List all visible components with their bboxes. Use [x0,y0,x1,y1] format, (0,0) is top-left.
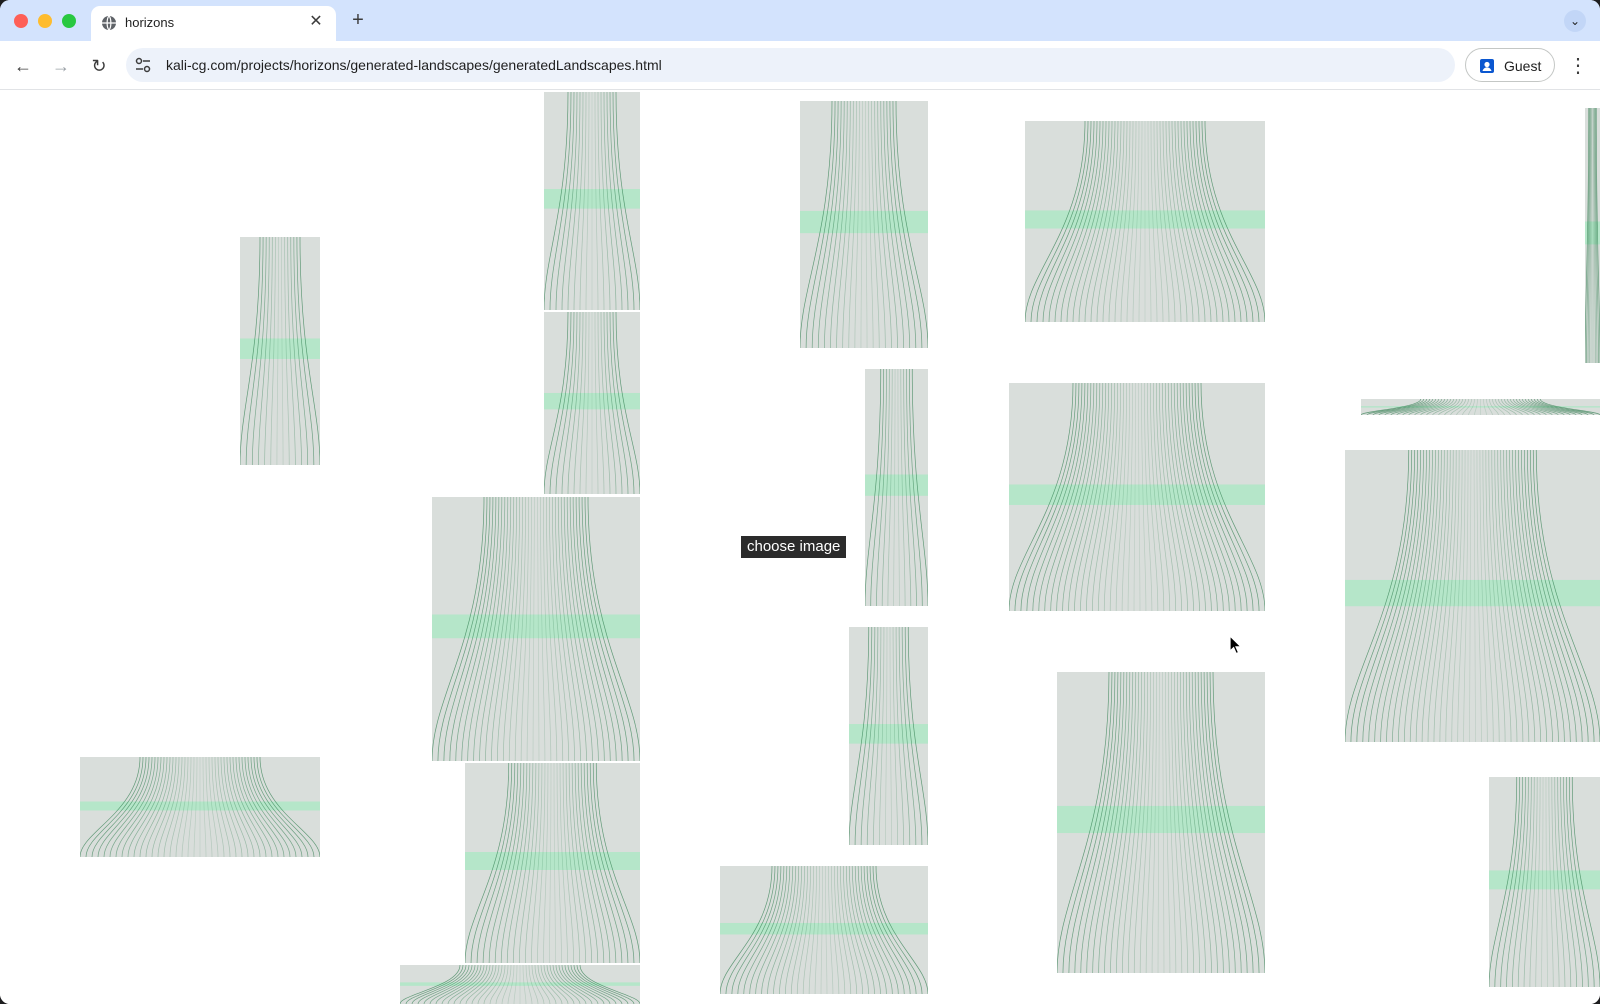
landscape-artwork [400,965,640,1004]
landscape-artwork [465,763,640,963]
landscape-artwork [1345,450,1600,742]
reload-icon[interactable]: ↻ [86,53,112,79]
mouse-cursor-icon [1229,635,1243,655]
new-tab-icon[interactable]: + [346,8,370,32]
landscape-artwork [1025,121,1265,322]
landscape-tile[interactable] [465,763,640,963]
site-settings-icon[interactable] [134,56,152,74]
landscape-tile[interactable] [1585,108,1600,363]
landscape-artwork [1585,108,1600,363]
more-menu-icon[interactable]: ⋮ [1566,53,1590,79]
landscape-tile[interactable] [1025,121,1265,322]
browser-window: horizons ✕ + ⌄ ← → ↻ kali-cg.com/project… [0,0,1600,1004]
choose-image-button[interactable]: choose image [741,536,847,558]
landscape-tile[interactable] [544,312,640,494]
landscape-tile[interactable] [1057,672,1265,973]
browser-toolbar: ← → ↻ kali-cg.com/projects/horizons/gene… [0,41,1600,90]
landscape-artwork [849,627,928,845]
landscape-tile[interactable] [80,757,320,857]
forward-arrow-icon[interactable]: → [48,53,74,79]
tab-search-chevron-icon[interactable]: ⌄ [1564,10,1586,32]
url-text[interactable]: kali-cg.com/projects/horizons/generated-… [166,57,662,73]
back-arrow-icon[interactable]: ← [10,53,36,79]
globe-icon [102,15,116,31]
landscape-artwork [1489,777,1600,987]
page-content: choose image [0,90,1600,1004]
profile-button[interactable]: Guest [1465,48,1555,82]
close-tab-icon[interactable]: ✕ [306,12,326,32]
landscape-artwork [432,497,640,761]
zoom-window-button[interactable] [62,14,76,28]
landscape-artwork [1009,383,1265,611]
landscape-tile[interactable] [720,866,928,994]
landscape-artwork [720,866,928,994]
landscape-artwork [544,312,640,494]
address-bar[interactable]: kali-cg.com/projects/horizons/generated-… [126,48,1455,82]
landscape-artwork [865,369,928,606]
landscape-artwork [544,92,640,310]
landscape-tile[interactable] [1345,450,1600,742]
landscape-artwork [80,757,320,857]
landscape-tile[interactable] [1361,399,1600,415]
landscape-artwork [800,101,928,348]
landscape-tile[interactable] [400,965,640,1004]
landscape-tile[interactable] [1489,777,1600,987]
landscape-tile[interactable] [1009,383,1265,611]
tab-title: horizons [125,15,175,30]
landscape-tile[interactable] [240,237,320,465]
tab-strip: horizons ✕ + ⌄ [0,0,1600,41]
profile-label: Guest [1504,58,1542,74]
close-window-button[interactable] [14,14,28,28]
landscape-artwork [240,237,320,465]
minimize-window-button[interactable] [38,14,52,28]
guest-profile-icon [1480,59,1494,73]
landscape-tile[interactable] [432,497,640,761]
landscape-tile[interactable] [849,627,928,845]
landscape-tile[interactable] [800,101,928,348]
landscape-artwork [1361,399,1600,415]
tab-horizons[interactable]: horizons ✕ [91,6,336,41]
landscape-tile[interactable] [544,92,640,310]
landscape-artwork [1057,672,1265,973]
landscape-tile[interactable] [865,369,928,606]
